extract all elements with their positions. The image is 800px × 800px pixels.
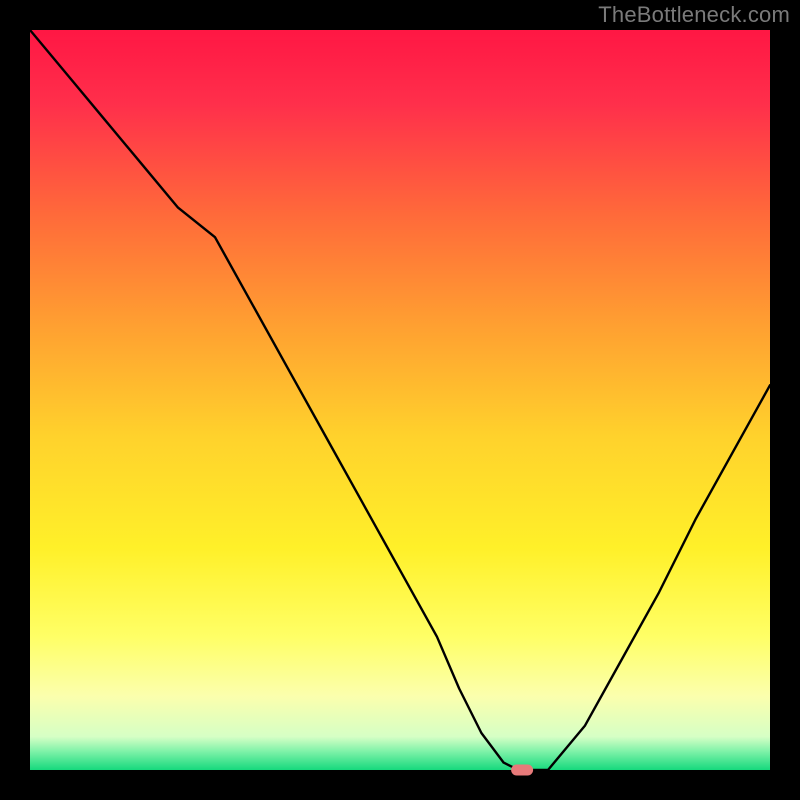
plot-background (30, 30, 770, 770)
chart-svg (0, 0, 800, 800)
chart-frame: { "watermark": "TheBottleneck.com", "cha… (0, 0, 800, 800)
watermark-text: TheBottleneck.com (598, 2, 790, 28)
optimal-marker (511, 765, 533, 776)
